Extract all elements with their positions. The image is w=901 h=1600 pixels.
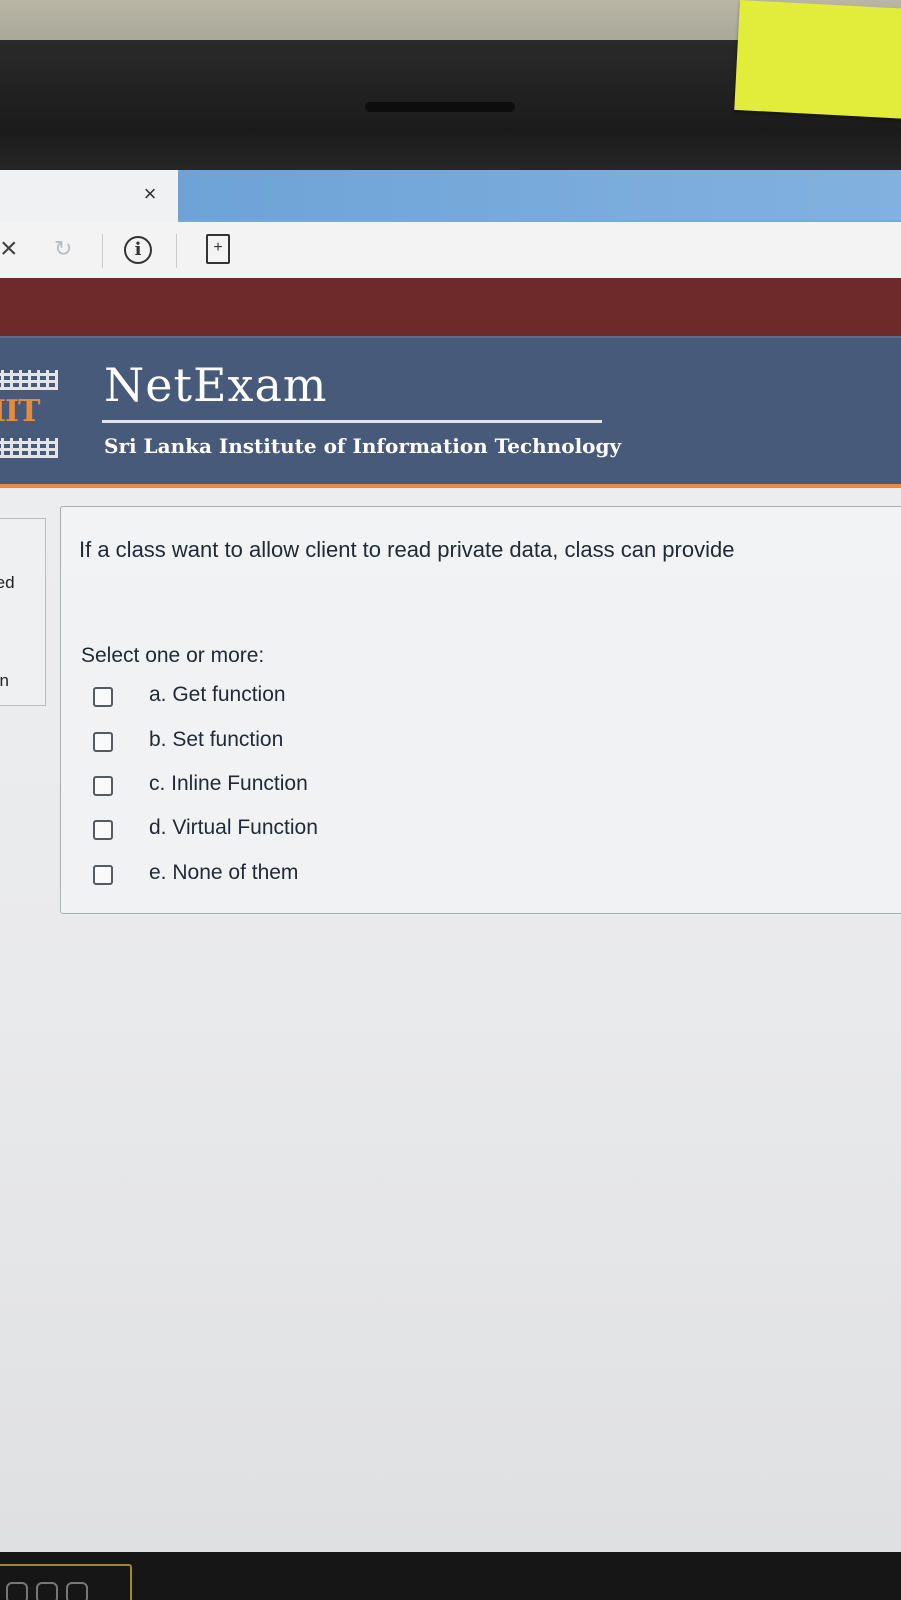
stop-icon[interactable]: × bbox=[0, 234, 26, 264]
option-label: b. Set function bbox=[149, 728, 284, 751]
logo-grid-icon bbox=[0, 438, 58, 458]
taskbar-app-icon bbox=[36, 1582, 58, 1600]
answer-prompt: Select one or more: bbox=[81, 644, 265, 667]
browser-toolbar: × ↻ i + bbox=[0, 222, 901, 278]
checkbox[interactable] bbox=[93, 776, 113, 796]
option-label: e. None of them bbox=[149, 861, 299, 884]
page-action-icon[interactable]: + bbox=[206, 234, 230, 264]
tab-strip-background bbox=[178, 170, 901, 222]
logo-grid-icon bbox=[0, 370, 58, 390]
sliit-logo: IIT bbox=[0, 362, 60, 464]
logo-text: IIT bbox=[0, 394, 40, 429]
option-label: c. Inline Function bbox=[149, 772, 308, 795]
question-text: If a class want to allow client to read … bbox=[79, 537, 735, 562]
laptop-bottom-bezel bbox=[0, 1552, 901, 1600]
browser-tab[interactable]: × bbox=[0, 170, 178, 222]
checkbox[interactable] bbox=[93, 865, 113, 885]
tab-close-icon[interactable]: × bbox=[138, 180, 162, 208]
checkbox[interactable] bbox=[93, 820, 113, 840]
option-e[interactable]: e. None of them bbox=[93, 861, 513, 891]
screen: × × ↻ i + IIT NetExam Sri Lanka Institut… bbox=[0, 170, 901, 1552]
browser-tab-strip: × bbox=[0, 170, 901, 222]
question-nav-block: red on bbox=[0, 518, 46, 706]
option-a[interactable]: a. Get function bbox=[93, 683, 513, 713]
checkbox[interactable] bbox=[93, 732, 113, 752]
option-label: d. Virtual Function bbox=[149, 816, 318, 839]
sticky-note bbox=[734, 0, 901, 119]
question-card: If a class want to allow client to read … bbox=[60, 506, 901, 914]
reload-icon[interactable]: ↻ bbox=[54, 236, 72, 262]
option-c[interactable]: c. Inline Function bbox=[93, 772, 513, 802]
option-d[interactable]: d. Virtual Function bbox=[93, 816, 513, 846]
brand-subtitle: Sri Lanka Institute of Information Techn… bbox=[104, 434, 622, 458]
toolbar-divider bbox=[102, 234, 103, 268]
taskbar-icons bbox=[0, 1564, 132, 1600]
nav-status-text: red bbox=[0, 573, 15, 592]
top-nav-bar bbox=[0, 278, 901, 336]
taskbar-app-icon bbox=[66, 1582, 88, 1600]
option-label: a. Get function bbox=[149, 683, 286, 706]
webcam bbox=[365, 102, 515, 112]
brand-title: NetExam bbox=[104, 358, 328, 412]
site-header: IIT NetExam Sri Lanka Institute of Infor… bbox=[0, 336, 901, 486]
taskbar-app-icon bbox=[6, 1582, 28, 1600]
nav-status-text: on bbox=[0, 671, 9, 690]
header-accent-line bbox=[0, 484, 901, 488]
toolbar-divider bbox=[176, 234, 177, 268]
site-info-icon[interactable]: i bbox=[124, 236, 152, 264]
brand-divider bbox=[102, 420, 602, 423]
option-b[interactable]: b. Set function bbox=[93, 728, 513, 758]
checkbox[interactable] bbox=[93, 687, 113, 707]
